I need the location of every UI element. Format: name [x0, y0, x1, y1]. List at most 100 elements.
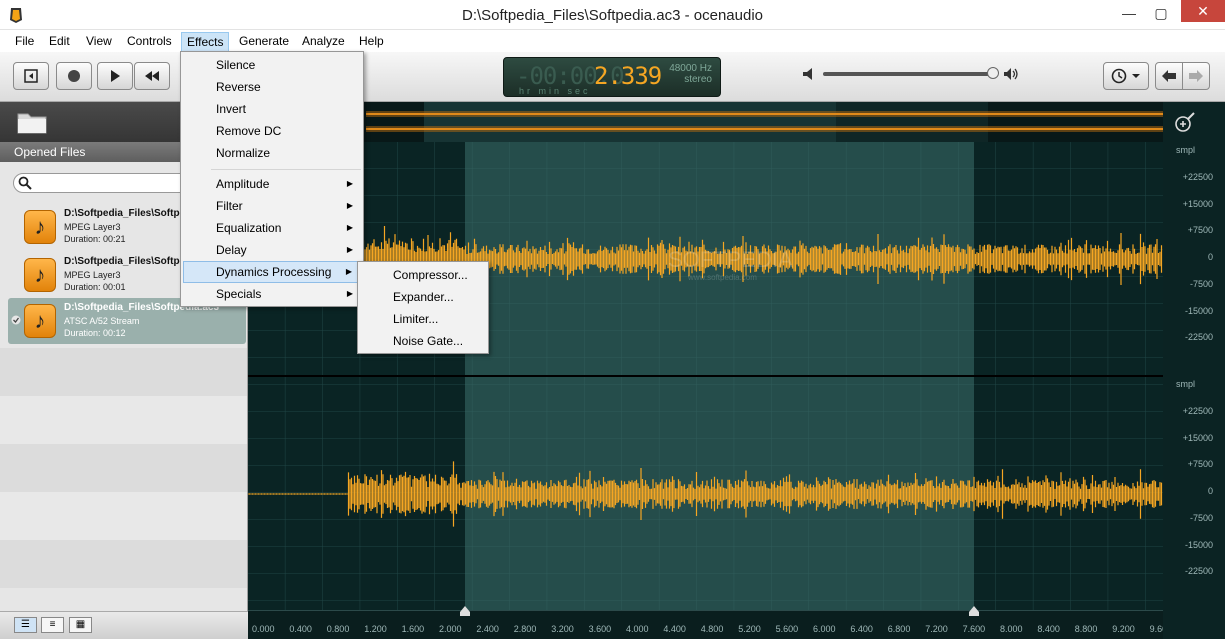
play-button[interactable] — [97, 62, 133, 90]
menu-item-label: Delay — [216, 243, 247, 257]
record-button[interactable] — [56, 62, 92, 90]
history-button[interactable] — [1103, 62, 1149, 90]
go-to-start-icon — [24, 69, 38, 83]
chevron-right-icon: ▶ — [346, 245, 353, 254]
menu-generate[interactable]: Generate — [234, 32, 294, 52]
menu-item-label: Specials — [216, 287, 262, 301]
rewind-button[interactable] — [134, 62, 170, 90]
time-tick-label: 3.200 — [551, 624, 574, 634]
overview-waveform — [366, 102, 1163, 142]
time-tick-label: 3.600 — [588, 624, 612, 634]
view-grid-button[interactable]: ▦ — [69, 617, 92, 633]
menu-item-specials[interactable]: Specials ▶ — [183, 283, 361, 305]
amplitude-scale: smpl +22500 +15000 +7500 0 -7500 -15000 -22500 s… — [1163, 102, 1225, 639]
close-button[interactable]: ✕ — [1181, 0, 1225, 22]
time-tick-label: 5.600 — [775, 624, 799, 634]
view-mode-bar: ☰ ≡ ▦ — [0, 611, 248, 639]
title-bar: D:\Softpedia_Files\Softpedia.ac3 - ocena… — [0, 0, 1225, 30]
menu-help[interactable]: Help — [354, 32, 389, 52]
music-note-icon: ♪ — [24, 258, 56, 292]
view-detail-button[interactable]: ☰ — [14, 617, 37, 633]
selection-start-marker[interactable] — [460, 606, 470, 616]
menu-item-delay[interactable]: Delay ▶ — [183, 239, 361, 261]
time-tick-label: 4.400 — [663, 624, 686, 634]
menu-edit[interactable]: Edit — [44, 32, 75, 52]
time-tick-label: 8.000 — [1000, 624, 1023, 634]
time-tick-label: 8.800 — [1074, 624, 1098, 634]
forward-button[interactable] — [1182, 62, 1210, 90]
minimize-button[interactable]: — — [1115, 0, 1143, 26]
zoom-tool-icon[interactable] — [1174, 111, 1196, 133]
time-tick-label: 2.400 — [476, 624, 499, 634]
selection-end-marker[interactable] — [969, 606, 979, 616]
menu-file[interactable]: File — [10, 32, 39, 52]
menu-item-normalize[interactable]: Normalize — [183, 142, 361, 164]
amplitude-tick-label: 0 — [1207, 252, 1213, 263]
amplitude-tick-label: -7500 — [1189, 278, 1213, 289]
clock-icon — [1111, 68, 1127, 84]
file-duration: Duration: 00:12 — [64, 328, 126, 338]
channel-mode: stereo — [684, 74, 712, 85]
go-to-start-button[interactable] — [13, 62, 49, 90]
amplitude-tick-label: +7500 — [1187, 225, 1213, 236]
menu-item-remove-dc[interactable]: Remove DC — [183, 120, 361, 142]
back-button[interactable] — [1155, 62, 1183, 90]
time-display: -00:00:0 2.339 hr min sec 48000 Hz stere… — [503, 57, 721, 97]
volume-slider-handle[interactable] — [987, 67, 999, 79]
menu-item-noise-gate[interactable]: Noise Gate... — [360, 330, 486, 352]
menu-effects[interactable]: Effects — [181, 32, 230, 52]
check-icon — [11, 315, 21, 325]
chevron-right-icon: ▶ — [346, 179, 353, 188]
waveform-overview[interactable] — [248, 102, 1163, 142]
menu-item-amplitude[interactable]: Amplitude ▶ — [183, 173, 361, 195]
music-note-icon: ♪ — [24, 210, 56, 244]
arrow-left-icon — [1162, 70, 1176, 82]
time-tick-label: 1.200 — [364, 624, 387, 634]
amplitude-tick-label: -22500 — [1184, 566, 1213, 577]
file-format: MPEG Layer3 — [64, 222, 121, 232]
time-tick-label: 0.000 — [252, 624, 275, 634]
time-tick-label: 6.800 — [887, 624, 911, 634]
menu-item-silence[interactable]: Silence — [183, 54, 361, 76]
waveform-area[interactable]: SOFTPEDIA www.softpedia.com 0.000 0.400 0.… — [248, 102, 1225, 639]
menu-analyze[interactable]: Analyze — [297, 32, 350, 52]
chevron-right-icon: ▶ — [345, 267, 352, 276]
menu-item-equalization[interactable]: Equalization ▶ — [183, 217, 361, 239]
view-list-button[interactable]: ≡ — [41, 617, 64, 633]
menu-bar: File Edit View Controls Effects Generate… — [0, 30, 1225, 52]
waveform-tracks[interactable]: SOFTPEDIA www.softpedia.com — [248, 142, 1163, 610]
volume-slider[interactable] — [823, 72, 993, 76]
menu-item-reverse[interactable]: Reverse — [183, 76, 361, 98]
amplitude-tick-label: +7500 — [1187, 459, 1213, 470]
time-tick-label: 8.400 — [1037, 624, 1060, 634]
amplitude-tick-label: -15000 — [1184, 539, 1213, 550]
volume-high-icon — [1004, 68, 1018, 80]
amplitude-tick-label: -15000 — [1184, 305, 1213, 316]
list-stripe — [0, 492, 247, 540]
menu-controls[interactable]: Controls — [122, 32, 177, 52]
maximize-button[interactable]: ▢ — [1147, 0, 1175, 26]
window-title: D:\Softpedia_Files\Softpedia.ac3 - ocena… — [461, 7, 764, 24]
menu-item-limiter[interactable]: Limiter... — [360, 308, 486, 330]
watermark-text: SOFTPEDIA — [668, 247, 793, 272]
amplitude-tick-label: +22500 — [1182, 406, 1213, 416]
menu-item-expander[interactable]: Expander... — [360, 286, 486, 308]
time-ruler[interactable]: 0.000 0.400 0.800 1.200 1.600 2.000 2.400 2.800… — [248, 606, 1172, 639]
time-tick-label: 2.000 — [439, 624, 462, 634]
chevron-right-icon: ▶ — [346, 201, 353, 210]
amplitude-tick-label: -7500 — [1189, 512, 1213, 523]
menu-item-dynamics-processing[interactable]: Dynamics Processing ▶ — [183, 261, 361, 283]
time-display-units: hr min sec — [519, 86, 591, 96]
folder-icon[interactable] — [17, 110, 47, 134]
file-duration: Duration: 00:21 — [64, 234, 126, 244]
search-icon — [18, 176, 32, 190]
arrow-right-icon — [1189, 70, 1203, 82]
menu-item-filter[interactable]: Filter ▶ — [183, 195, 361, 217]
dynamics-processing-submenu: Compressor... Expander... Limiter... Noi… — [357, 261, 489, 354]
menu-item-invert[interactable]: Invert — [183, 98, 361, 120]
time-tick-label: 4.800 — [700, 624, 724, 634]
menu-view[interactable]: View — [81, 32, 117, 52]
menu-item-compressor[interactable]: Compressor... — [360, 264, 486, 286]
time-tick-label: 4.000 — [626, 624, 649, 634]
sample-rate: 48000 Hz — [669, 63, 712, 74]
